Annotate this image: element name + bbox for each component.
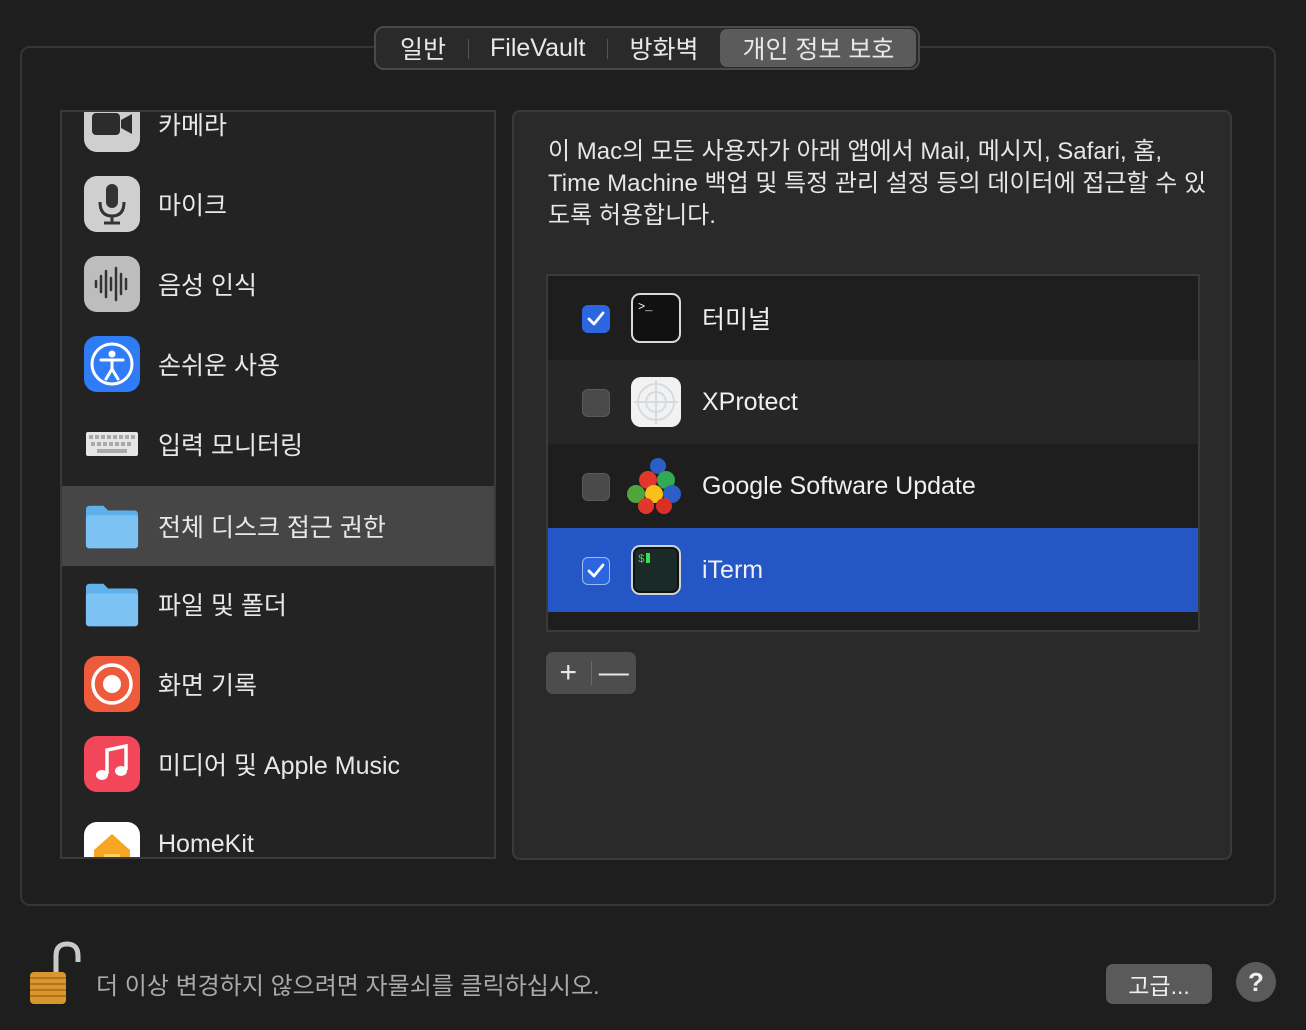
- terminal-checkbox[interactable]: [582, 305, 610, 333]
- add-app-button[interactable]: +: [546, 652, 591, 694]
- sidebar-item-camera[interactable]: 카메라: [62, 112, 494, 164]
- svg-text:>_: >_: [638, 300, 653, 314]
- checkmark-icon: [587, 311, 605, 326]
- sidebar-item-speech[interactable]: 음성 인식: [62, 244, 494, 324]
- app-row-google-software-update[interactable]: Google Software Update: [548, 444, 1198, 528]
- keyboard-icon: [84, 416, 140, 472]
- app-list[interactable]: >_ 터미널 XProtect Google Software Update $: [546, 274, 1200, 632]
- tab-privacy[interactable]: 개인 정보 보호: [720, 29, 917, 67]
- google-update-checkbox[interactable]: [582, 473, 610, 501]
- sidebar-item-microphone[interactable]: 마이크: [62, 164, 494, 244]
- iterm-checkbox[interactable]: [582, 557, 610, 585]
- google-update-icon: [624, 456, 688, 516]
- tab-bar: 일반 FileVault 방화벽 개인 정보 보호: [374, 26, 921, 70]
- sidebar-item-accessibility[interactable]: 손쉬운 사용: [62, 324, 494, 404]
- sidebar-item-media-music[interactable]: 미디어 및 Apple Music: [62, 724, 494, 804]
- tab-filevault[interactable]: FileVault: [468, 29, 607, 67]
- remove-app-button[interactable]: —: [591, 652, 636, 694]
- sidebar-item-input-monitoring[interactable]: 입력 모니터링: [62, 404, 494, 484]
- terminal-icon: >_: [630, 292, 682, 344]
- checkmark-icon: [587, 563, 605, 578]
- advanced-button[interactable]: 고급...: [1106, 964, 1212, 1004]
- sidebar-item-homekit[interactable]: HomeKit: [62, 804, 494, 857]
- home-icon: [84, 822, 140, 857]
- app-row-iterm[interactable]: $ iTerm: [548, 528, 1198, 612]
- lock-instruction: 더 이상 변경하지 않으려면 자물쇠를 클릭하십시오.: [96, 973, 600, 1000]
- music-icon: [84, 736, 140, 792]
- xprotect-checkbox[interactable]: [582, 389, 610, 417]
- help-button[interactable]: ?: [1236, 962, 1276, 1002]
- app-row-terminal[interactable]: >_ 터미널: [548, 276, 1198, 360]
- sidebar-item-full-disk-access[interactable]: 전체 디스크 접근 권한: [62, 486, 494, 566]
- accessibility-icon: [84, 336, 140, 392]
- waveform-icon: [84, 256, 140, 312]
- app-row-xprotect[interactable]: XProtect: [548, 360, 1198, 444]
- microphone-icon: [84, 176, 140, 232]
- svg-text:$: $: [638, 554, 645, 566]
- sidebar-item-files-folders[interactable]: 파일 및 폴더: [62, 564, 494, 644]
- detail-pane: 이 Mac의 모든 사용자가 아래 앱에서 Mail, 메시지, Safari,…: [512, 110, 1232, 860]
- tab-general[interactable]: 일반: [378, 29, 468, 67]
- camera-icon: [84, 112, 140, 152]
- tab-firewall[interactable]: 방화벽: [607, 29, 720, 67]
- sidebar-item-screen-recording[interactable]: 화면 기록: [62, 644, 494, 724]
- permission-description: 이 Mac의 모든 사용자가 아래 앱에서 Mail, 메시지, Safari,…: [548, 138, 1207, 229]
- folder-icon: [84, 498, 140, 554]
- iterm-icon: $: [630, 544, 682, 596]
- xprotect-icon: [630, 376, 682, 428]
- screen-record-icon: [84, 656, 140, 712]
- folder-icon: [84, 576, 140, 632]
- lock-icon[interactable]: [26, 940, 82, 1008]
- privacy-category-list[interactable]: 카메라 마이크 음성 인식 손쉬운 사용 입력 모니터링 전체 디스크 접근 권…: [60, 110, 496, 859]
- add-remove-control: + —: [546, 652, 636, 694]
